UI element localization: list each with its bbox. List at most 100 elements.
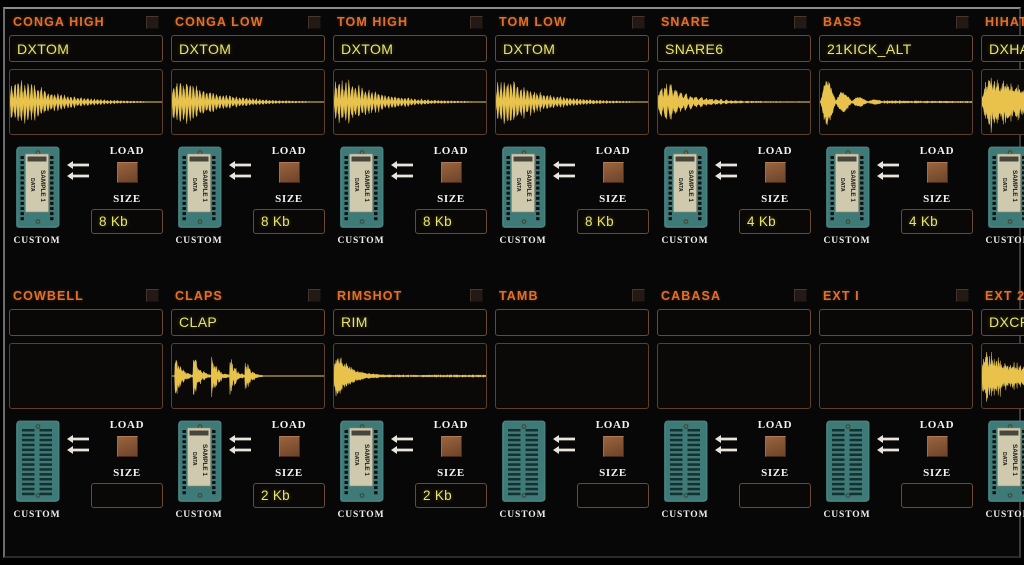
size-value: 8 Kb (423, 214, 452, 229)
sample-name-field[interactable] (9, 308, 163, 336)
sample-name-field[interactable]: DXTOM (495, 35, 649, 62)
load-arrow-icon (65, 418, 91, 458)
sample-name-value: 21KICK_ALT (827, 40, 912, 57)
load-button[interactable] (602, 435, 624, 457)
svg-text:SAMPLE 1: SAMPLE 1 (687, 170, 694, 202)
eprom-chip-icon[interactable] (662, 418, 708, 506)
size-field[interactable]: 2 Kb (253, 482, 325, 508)
sample-name-field[interactable]: SNARE6 (657, 35, 811, 62)
load-button[interactable] (278, 162, 300, 183)
eprom-chip-icon[interactable] (824, 418, 870, 506)
load-button[interactable] (116, 435, 138, 457)
sample-name-field[interactable]: DXHATS (981, 35, 1024, 62)
waveform-display[interactable] (819, 69, 973, 135)
size-field[interactable]: 4 Kb (739, 209, 811, 234)
slot-grid: CONGA HIGH DXTOM DATA SAMPLE 1 CUSTOM LOAD SIZ… (5, 9, 1024, 557)
eprom-chip-icon[interactable]: DATA SAMPLE 1 (986, 418, 1024, 506)
slot-select-button[interactable] (470, 15, 483, 29)
sample-name-field[interactable]: DXCRF (981, 308, 1024, 336)
waveform-display[interactable] (333, 69, 487, 135)
sample-name-field[interactable]: DXTOM (171, 35, 325, 62)
size-field[interactable] (91, 482, 163, 508)
sample-name-field[interactable]: DXTOM (333, 35, 487, 62)
slot-select-button[interactable] (956, 15, 969, 29)
waveform-display[interactable] (171, 69, 325, 135)
sample-name-value: DXTOM (17, 40, 70, 57)
slot-select-button[interactable] (470, 289, 483, 302)
slot-select-button[interactable] (308, 289, 321, 302)
load-label: LOAD (109, 145, 145, 157)
load-button[interactable] (116, 162, 138, 183)
size-field[interactable]: 8 Kb (577, 209, 649, 234)
slot-select-button[interactable] (146, 289, 159, 302)
sample-name-field[interactable]: RIM (333, 308, 487, 336)
size-field[interactable]: 8 Kb (415, 209, 487, 234)
eprom-chip-icon[interactable]: DATA SAMPLE 1 (338, 144, 384, 232)
size-field[interactable]: 8 Kb (91, 209, 163, 234)
size-label: SIZE (923, 193, 951, 205)
waveform-display[interactable] (657, 69, 811, 135)
slot-title: CONGA HIGH (13, 15, 105, 29)
svg-text:DATA: DATA (515, 178, 521, 192)
load-button[interactable] (278, 435, 300, 457)
eprom-chip-icon[interactable]: DATA SAMPLE 1 (14, 144, 60, 232)
load-button[interactable] (764, 162, 786, 183)
slot-select-button[interactable] (956, 289, 969, 302)
size-field[interactable] (577, 482, 649, 508)
waveform-display[interactable] (495, 69, 649, 135)
size-label: SIZE (599, 193, 627, 205)
svg-text:DATA: DATA (1001, 452, 1007, 466)
waveform-display[interactable] (9, 342, 163, 409)
eprom-chip-icon[interactable]: DATA SAMPLE 1 (500, 144, 546, 232)
sample-name-field[interactable]: CLAP (171, 308, 325, 336)
waveform-display[interactable] (657, 342, 811, 409)
size-field[interactable] (901, 482, 973, 508)
slot-controls: DATA SAMPLE 1 CUSTOM LOAD SIZE 2 Kb (171, 418, 325, 557)
waveform-display[interactable] (981, 69, 1024, 135)
sample-name-field[interactable]: 21KICK_ALT (819, 35, 973, 62)
svg-text:DATA: DATA (29, 178, 35, 192)
waveform-display[interactable] (819, 342, 973, 409)
chip-caption: CUSTOM (823, 236, 871, 246)
eprom-chip-icon[interactable] (14, 418, 60, 506)
eprom-chip-icon[interactable]: DATA SAMPLE 1 (338, 418, 384, 506)
eprom-chip-icon[interactable]: DATA SAMPLE 1 (176, 144, 222, 232)
chip-column: DATA SAMPLE 1 CUSTOM (981, 144, 1024, 246)
chip-column: DATA SAMPLE 1 CUSTOM (981, 418, 1024, 520)
slot-select-button[interactable] (794, 289, 807, 302)
slot-select-button[interactable] (146, 15, 159, 29)
svg-text:DATA: DATA (191, 178, 197, 192)
size-field[interactable]: 2 Kb (415, 482, 487, 508)
eprom-chip-icon[interactable]: DATA SAMPLE 1 (824, 144, 870, 232)
size-field[interactable] (739, 482, 811, 508)
load-button[interactable] (440, 162, 462, 183)
waveform-display[interactable] (9, 69, 163, 135)
waveform-display[interactable] (495, 342, 649, 409)
sample-name-field[interactable]: DXTOM (9, 35, 163, 62)
size-field[interactable]: 4 Kb (901, 209, 973, 234)
eprom-chip-icon[interactable]: DATA SAMPLE 1 (986, 144, 1024, 232)
load-button[interactable] (440, 435, 462, 457)
waveform-display[interactable] (333, 342, 487, 409)
eprom-chip-icon[interactable]: DATA SAMPLE 1 (662, 144, 708, 232)
size-field[interactable]: 8 Kb (253, 209, 325, 234)
load-size-column: LOAD SIZE (91, 418, 163, 508)
waveform-display[interactable] (171, 342, 325, 409)
load-button[interactable] (602, 162, 624, 183)
load-size-column: LOAD SIZE 4 Kb (739, 144, 811, 234)
svg-text:DATA: DATA (353, 178, 359, 192)
sample-name-field[interactable] (495, 308, 649, 336)
eprom-chip-icon[interactable]: DATA SAMPLE 1 (176, 418, 222, 506)
load-button[interactable] (926, 162, 948, 183)
load-button[interactable] (764, 435, 786, 457)
slot-select-button[interactable] (632, 289, 645, 302)
slot-hihat: HIHATDXHATSDATASAMPLE 1CUSTOMLOADSIZE8 K… (977, 9, 1024, 283)
load-button[interactable] (926, 435, 948, 457)
sample-name-field[interactable] (819, 308, 973, 336)
eprom-chip-icon[interactable] (500, 418, 546, 506)
waveform-display[interactable] (981, 342, 1024, 409)
slot-select-button[interactable] (632, 15, 645, 29)
sample-name-field[interactable] (657, 308, 811, 336)
slot-select-button[interactable] (308, 15, 321, 29)
slot-select-button[interactable] (794, 15, 807, 29)
